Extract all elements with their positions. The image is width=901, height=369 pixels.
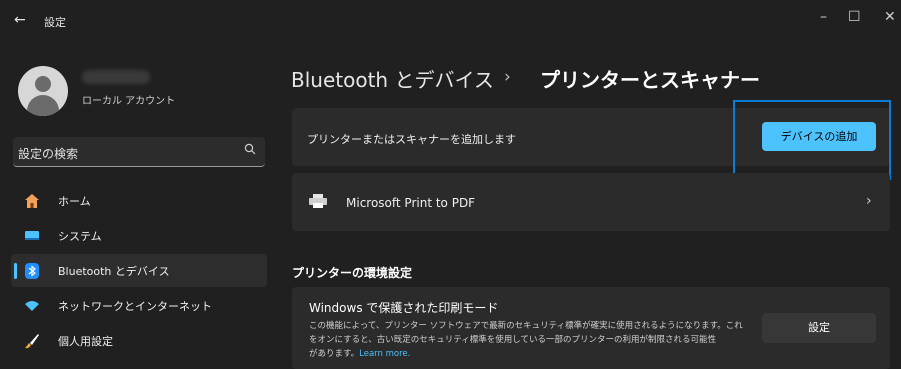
page-title: プリンターとスキャナー bbox=[540, 68, 760, 92]
sidebar-item-system[interactable]: システム bbox=[11, 219, 267, 252]
breadcrumb-parent[interactable]: Bluetooth とデバイス bbox=[291, 64, 494, 93]
avatar-body-shape bbox=[27, 95, 59, 116]
title-bar: ← 設定 – ☐ ✕ bbox=[0, 0, 901, 40]
sidebar-item-label: Bluetooth とデバイス bbox=[58, 265, 170, 278]
section-title: プリンターの環境設定 bbox=[292, 266, 413, 280]
maximize-button[interactable]: ☐ bbox=[848, 9, 861, 25]
breadcrumb-separator: › bbox=[504, 67, 511, 87]
wifi-icon bbox=[24, 298, 40, 314]
sidebar-item-network[interactable]: ネットワークとインターネット bbox=[11, 289, 267, 322]
bluetooth-icon bbox=[24, 263, 40, 279]
minimize-button[interactable]: – bbox=[820, 9, 827, 25]
protected-mode-desc-end: があります。 bbox=[309, 349, 360, 359]
account-type: ローカル アカウント bbox=[82, 96, 176, 107]
protected-mode-title: Windows で保護された印刷モード bbox=[309, 301, 499, 315]
sidebar-item-home[interactable]: ホーム bbox=[11, 184, 267, 217]
protected-mode-desc: があります。Learn more. bbox=[309, 347, 410, 359]
search-icon[interactable] bbox=[244, 143, 256, 158]
account-name-redacted bbox=[82, 70, 150, 84]
settings-button[interactable]: 設定 bbox=[762, 313, 876, 343]
printer-name: Microsoft Print to PDF bbox=[346, 196, 476, 210]
monitor-icon bbox=[24, 228, 40, 244]
protected-mode-desc: この機能によって、プリンター ソフトウェアで最新のセキュリティ標準が確実に使用さ… bbox=[309, 321, 743, 331]
back-button[interactable]: ← bbox=[14, 12, 26, 28]
selection-indicator bbox=[14, 263, 17, 279]
sidebar-item-label: 個人用設定 bbox=[58, 335, 113, 348]
brush-icon bbox=[24, 333, 40, 349]
add-device-label: プリンターまたはスキャナーを追加します bbox=[307, 133, 516, 146]
protected-mode-desc: をオンにすると、古い既定のセキュリティ標準を使用している一部のプリンターの利用が… bbox=[309, 335, 716, 345]
search-placeholder: 設定の検索 bbox=[18, 147, 79, 161]
window-title: 設定 bbox=[44, 16, 66, 29]
sidebar-item-personalization[interactable]: 個人用設定 bbox=[11, 324, 267, 357]
avatar-head-shape bbox=[35, 76, 51, 92]
avatar[interactable] bbox=[18, 66, 68, 116]
highlight-box bbox=[733, 100, 891, 180]
learn-more-link[interactable]: Learn more. bbox=[359, 349, 410, 359]
printer-icon bbox=[309, 193, 327, 212]
chevron-right-icon: › bbox=[866, 193, 872, 209]
sidebar-item-bluetooth[interactable]: Bluetooth とデバイス bbox=[11, 254, 267, 287]
sidebar-item-label: システム bbox=[58, 230, 102, 243]
close-button[interactable]: ✕ bbox=[884, 9, 896, 25]
sidebar-item-label: ネットワークとインターネット bbox=[58, 300, 212, 313]
home-icon bbox=[24, 193, 40, 209]
sidebar-item-label: ホーム bbox=[58, 195, 91, 208]
